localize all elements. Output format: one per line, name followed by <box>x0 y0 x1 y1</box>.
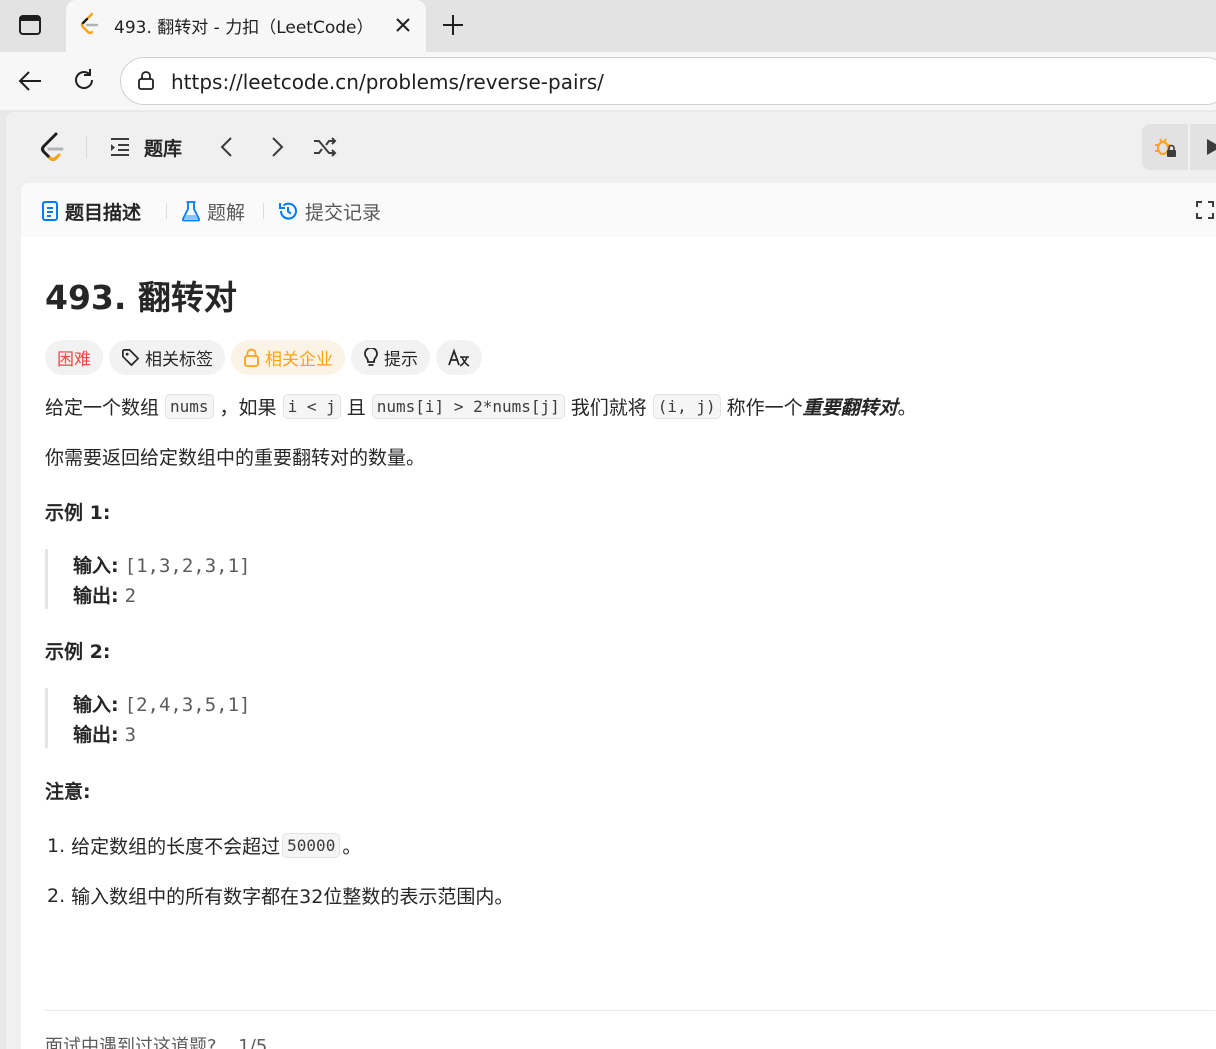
note-heading: 注意: <box>45 781 91 803</box>
desc-text-6: 。 <box>897 397 917 419</box>
address-bar[interactable]: https://leetcode.cn/problems/reverse-pai… <box>120 57 1216 105</box>
nav-divider <box>86 136 87 158</box>
output-value: 2 <box>124 585 137 607</box>
note-number: 1. <box>47 834 66 857</box>
note-text: 输入数组中的所有数字都在32位整数的表示范围内。 <box>71 886 514 908</box>
tab-separator <box>263 203 264 219</box>
lock-icon <box>244 348 259 367</box>
related-tags-button[interactable]: 相关标签 <box>109 340 225 375</box>
translate-icon <box>448 347 470 367</box>
problem-title[interactable]: 493. 翻转对 <box>45 271 237 319</box>
note-item-2: 2. 输入数组中的所有数字都在32位整数的表示范围内。 <box>47 882 513 909</box>
tab-solutions[interactable]: 题解 <box>181 197 245 225</box>
prev-problem-icon[interactable] <box>216 135 238 159</box>
interview-feedback[interactable]: 面试中遇到过这道题? 1/5 <box>45 1032 267 1049</box>
run-button[interactable] <box>1190 124 1216 170</box>
close-tab-icon[interactable] <box>392 14 414 36</box>
hint-label: 提示 <box>384 350 418 370</box>
play-icon <box>1207 139 1216 155</box>
bug-lock-icon <box>1155 138 1176 157</box>
leetcode-logo-icon[interactable] <box>38 132 68 164</box>
output-label: 输出: <box>73 724 119 746</box>
browser-toolbar: https://leetcode.cn/problems/reverse-pai… <box>0 52 1216 110</box>
output-value: 3 <box>124 724 137 746</box>
description-paragraph-2: 你需要返回给定数组中的重要翻转对的数量。 <box>45 447 426 469</box>
input-label: 输入: <box>73 555 119 577</box>
translate-button[interactable] <box>436 340 482 375</box>
inline-code-pair: (i, j) <box>652 394 721 419</box>
document-icon <box>42 201 58 221</box>
input-value: [2,4,3,5,1] <box>124 694 251 716</box>
tab-title: 493. 翻转对 - 力扣（LeetCode） <box>114 18 374 38</box>
sidebar-toggle-icon[interactable] <box>18 13 42 37</box>
leetcode-page: 题库 题目描述 题解 提交记录 493. 翻转对 困难 相关标签 相关企业 提示… <box>6 112 1216 1049</box>
shuffle-icon[interactable] <box>312 135 338 159</box>
tab-separator <box>166 203 167 219</box>
example-2-output: 输出: 3 <box>73 720 136 747</box>
tab-submissions-label: 提交记录 <box>305 201 382 224</box>
tab-description[interactable]: 题目描述 <box>41 197 141 225</box>
example-1-heading: 示例 1: <box>45 502 111 524</box>
interview-question-label: 面试中遇到过这道题? <box>45 1036 217 1049</box>
reload-icon[interactable] <box>71 67 97 93</box>
tag-icon <box>122 349 139 366</box>
tab-submissions[interactable]: 提交记录 <box>277 197 381 225</box>
example-1-input: 输入: [1,3,2,3,1] <box>73 551 251 578</box>
section-divider <box>45 1010 1215 1011</box>
note-item-1: 1. 给定数组的长度不会超过 50000 。 <box>47 832 361 859</box>
inline-code-nums: nums <box>165 394 214 419</box>
problem-list-label: 题库 <box>144 137 183 160</box>
expand-panel-icon[interactable] <box>1195 200 1215 220</box>
back-arrow-icon[interactable] <box>17 68 43 94</box>
lightbulb-icon <box>364 347 378 366</box>
desc-text-5: 称作一个 <box>726 397 803 419</box>
tab-solutions-label: 题解 <box>207 201 246 224</box>
list-icon <box>111 138 129 156</box>
leetcode-favicon-icon <box>80 12 99 35</box>
related-tags-label: 相关标签 <box>145 350 213 370</box>
desc-text-4: 我们就将 <box>570 397 647 419</box>
note-text: 给定数组的长度不会超过 <box>71 836 281 858</box>
desc-text-3: 且 <box>346 397 366 419</box>
example-2-block: 输入: [2,4,3,5,1] 输出: 3 <box>45 688 645 748</box>
example-1-output: 输出: 2 <box>73 581 136 608</box>
example-1-block: 输入: [1,3,2,3,1] 输出: 2 <box>45 549 645 609</box>
leetcode-top-nav: 题库 <box>6 112 1216 182</box>
note-text-end: 。 <box>342 836 362 858</box>
lock-icon[interactable] <box>135 70 157 92</box>
difficulty-badge: 困难 <box>45 340 103 375</box>
difficulty-label: 困难 <box>57 350 91 370</box>
input-value: [1,3,2,3,1] <box>124 555 251 577</box>
browser-tab[interactable]: 493. 翻转对 - 力扣（LeetCode） <box>66 0 426 52</box>
inline-code-inequality: nums[i] > 2*nums[j] <box>371 394 565 419</box>
url-text[interactable]: https://leetcode.cn/problems/reverse-pai… <box>171 70 604 94</box>
desc-text-1: 给定一个数组 <box>45 397 160 419</box>
output-label: 输出: <box>73 585 119 607</box>
next-problem-icon[interactable] <box>266 135 288 159</box>
note-number: 2. <box>47 884 66 907</box>
tab-description-label: 题目描述 <box>65 201 142 224</box>
related-companies-label: 相关企业 <box>265 350 333 370</box>
debug-button[interactable] <box>1142 124 1188 170</box>
description-panel: 题目描述 题解 提交记录 493. 翻转对 困难 相关标签 相关企业 提示 给定… <box>21 183 1216 1049</box>
history-icon <box>279 202 297 220</box>
desc-text-2: ，如果 <box>219 397 277 419</box>
input-label: 输入: <box>73 694 119 716</box>
example-2-input: 输入: [2,4,3,5,1] <box>73 690 251 717</box>
problem-list-button[interactable]: 题库 <box>108 134 182 160</box>
panel-tab-bar: 题目描述 题解 提交记录 <box>21 183 1216 237</box>
flask-icon <box>181 201 201 222</box>
interview-counter: 1/5 <box>238 1036 268 1049</box>
hint-button[interactable]: 提示 <box>351 340 430 375</box>
inline-code-limit: 50000 <box>282 833 341 858</box>
example-2-heading: 示例 2: <box>45 641 111 663</box>
related-companies-button[interactable]: 相关企业 <box>231 340 345 375</box>
new-tab-icon[interactable] <box>440 12 466 38</box>
browser-tab-bar: 493. 翻转对 - 力扣（LeetCode） <box>0 0 1216 52</box>
inline-code-condition: i < j <box>282 394 341 419</box>
description-paragraph-1: 给定一个数组 nums ，如果 i < j 且 nums[i] > 2*nums… <box>45 393 917 420</box>
emphasis-text: 重要翻转对 <box>802 397 898 419</box>
problem-tags: 困难 相关标签 相关企业 提示 <box>45 340 482 376</box>
